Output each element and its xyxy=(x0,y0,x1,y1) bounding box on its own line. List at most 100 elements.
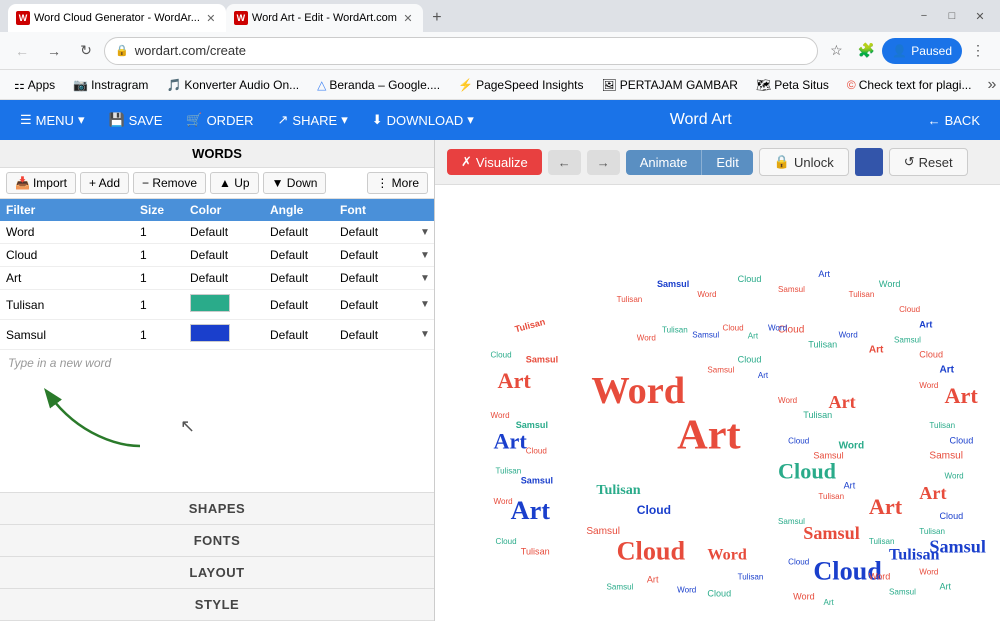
angle-cell[interactable]: Default xyxy=(264,244,334,266)
color-picker-button[interactable] xyxy=(855,148,883,176)
minimize-button[interactable]: − xyxy=(912,4,936,28)
size-cell[interactable]: 1 xyxy=(134,267,184,289)
font-cell[interactable]: Default xyxy=(334,221,414,243)
bookmark-checktext[interactable]: © Check text for plagi... xyxy=(841,76,978,94)
more-button[interactable]: ⋮ More xyxy=(367,172,428,194)
down-button[interactable]: ▼ Down xyxy=(263,172,327,194)
visualize-icon: ✗ xyxy=(461,154,472,170)
svg-text:Cloud: Cloud xyxy=(788,557,809,566)
filter-header: Filter xyxy=(0,199,134,221)
style-header[interactable]: STYLE xyxy=(0,589,434,620)
redo-button[interactable]: → xyxy=(587,150,620,175)
layout-header[interactable]: LAYOUT xyxy=(0,557,434,588)
size-cell[interactable]: 1 xyxy=(134,221,184,243)
new-word-input[interactable]: Type in a new word xyxy=(0,350,434,376)
visualize-button[interactable]: ✗ Visualize xyxy=(447,149,542,175)
peta-icon: 🗺 xyxy=(756,78,771,92)
word-cell[interactable]: Cloud xyxy=(0,244,134,266)
row-expand-arrow[interactable]: ▼ xyxy=(414,269,434,288)
row-expand-arrow[interactable]: ▼ xyxy=(414,295,434,314)
reset-button[interactable]: ↺ Reset xyxy=(889,148,968,176)
bookmark-instagram[interactable]: 📷 Instragram xyxy=(67,76,154,94)
back-icon: ← xyxy=(928,113,941,128)
profile-paused-button[interactable]: 👤 Paused xyxy=(882,38,962,64)
close-button[interactable]: ✕ xyxy=(968,4,992,28)
bookmarks-more-button[interactable]: » xyxy=(983,76,1000,94)
chrome-menu-button[interactable]: ⋮ xyxy=(964,37,992,65)
font-cell[interactable]: Default xyxy=(334,267,414,289)
angle-cell[interactable]: Default xyxy=(264,267,334,289)
fonts-header[interactable]: FONTS xyxy=(0,525,434,556)
download-button[interactable]: ⬇ DOWNLOAD ▾ xyxy=(362,108,484,132)
table-row: Art 1 Default Default Default ▼ xyxy=(0,267,434,290)
pertajam-icon: 🖼 xyxy=(601,78,616,92)
word-cell[interactable]: Word xyxy=(0,221,134,243)
size-cell[interactable]: 1 xyxy=(134,324,184,346)
font-cell[interactable]: Default xyxy=(334,244,414,266)
extensions-button[interactable]: 🧩 xyxy=(852,37,880,65)
remove-label: − Remove xyxy=(142,176,197,190)
svg-text:Tulisan: Tulisan xyxy=(514,317,547,335)
animate-button[interactable]: Animate xyxy=(626,150,703,175)
refresh-button[interactable]: ↻ xyxy=(72,37,100,65)
angle-cell[interactable]: Default xyxy=(264,294,334,316)
address-bar[interactable]: 🔒 wordart.com/create xyxy=(104,37,818,65)
bookmark-pagespeed[interactable]: ⚡ PageSpeed Insights xyxy=(452,76,589,94)
bookmark-button[interactable]: ☆ xyxy=(822,37,850,65)
share-button[interactable]: ↗ SHARE ▾ xyxy=(268,108,358,132)
size-cell[interactable]: 1 xyxy=(134,244,184,266)
edit-button[interactable]: Edit xyxy=(702,150,752,175)
undo-button[interactable]: ← xyxy=(548,150,581,175)
instagram-label: Instragram xyxy=(91,78,148,92)
color-cell[interactable] xyxy=(184,320,264,349)
nav-right-buttons: ☆ 🧩 👤 Paused ⋮ xyxy=(822,37,992,65)
bookmark-konverter[interactable]: 🎵 Konverter Audio On... xyxy=(160,76,305,94)
tab-2-close[interactable]: ✕ xyxy=(401,11,415,25)
bookmark-peta[interactable]: 🗺 Peta Situs xyxy=(750,76,835,94)
row-expand-arrow[interactable]: ▼ xyxy=(414,223,434,242)
import-button[interactable]: 📥 Import xyxy=(6,172,76,194)
remove-button[interactable]: − Remove xyxy=(133,172,206,194)
color-cell[interactable]: Default xyxy=(184,267,264,289)
word-cell[interactable]: Samsul xyxy=(0,324,134,346)
font-cell[interactable]: Default xyxy=(334,324,414,346)
bookmark-apps[interactable]: ⚏ Apps xyxy=(8,76,61,94)
unlock-button[interactable]: 🔒 Unlock xyxy=(759,148,849,176)
words-section-header: WORDS xyxy=(0,140,434,168)
bookmark-beranda[interactable]: △ Beranda – Google.... xyxy=(311,76,446,94)
add-button[interactable]: + Add xyxy=(80,172,129,194)
up-button[interactable]: ▲ Up xyxy=(210,172,259,194)
instagram-icon: 📷 xyxy=(73,78,88,92)
color-cell[interactable] xyxy=(184,290,264,319)
color-cell[interactable]: Default xyxy=(184,244,264,266)
row-expand-arrow[interactable]: ▼ xyxy=(414,246,434,265)
angle-cell[interactable]: Default xyxy=(264,324,334,346)
angle-cell[interactable]: Default xyxy=(264,221,334,243)
cursor-icon: ↖ xyxy=(180,416,195,437)
back-button[interactable]: ← xyxy=(8,37,36,65)
order-button[interactable]: 🛒 ORDER xyxy=(176,108,263,132)
tab-1-close[interactable]: ✕ xyxy=(204,11,218,25)
tab-2[interactable]: W Word Art - Edit - WordArt.com ✕ xyxy=(226,4,423,32)
maximize-button[interactable]: □ xyxy=(940,4,964,28)
new-tab-button[interactable]: + xyxy=(423,4,451,32)
row-expand-arrow[interactable]: ▼ xyxy=(414,325,434,344)
download-label: DOWNLOAD xyxy=(387,113,464,128)
size-cell[interactable]: 1 xyxy=(134,294,184,316)
svg-text:Art: Art xyxy=(945,383,979,408)
shapes-header[interactable]: SHAPES xyxy=(0,493,434,524)
save-button[interactable]: 💾 SAVE xyxy=(98,108,172,132)
word-cell[interactable]: Tulisan xyxy=(0,294,134,316)
back-button[interactable]: ← BACK xyxy=(918,109,990,132)
lock-icon: 🔒 xyxy=(115,44,129,57)
order-icon: 🛒 xyxy=(186,112,202,128)
menu-button[interactable]: ☰ MENU ▾ xyxy=(10,108,94,132)
svg-text:Tulisan: Tulisan xyxy=(596,482,640,498)
forward-button[interactable]: → xyxy=(40,37,68,65)
tab-1[interactable]: W Word Cloud Generator - WordAr... ✕ xyxy=(8,4,226,32)
font-cell[interactable]: Default xyxy=(334,294,414,316)
bookmarks-bar: ⚏ Apps 📷 Instragram 🎵 Konverter Audio On… xyxy=(0,70,1000,100)
color-cell[interactable]: Default xyxy=(184,221,264,243)
bookmark-pertajam[interactable]: 🖼 PERTAJAM GAMBAR xyxy=(595,76,743,94)
word-cell[interactable]: Art xyxy=(0,267,134,289)
